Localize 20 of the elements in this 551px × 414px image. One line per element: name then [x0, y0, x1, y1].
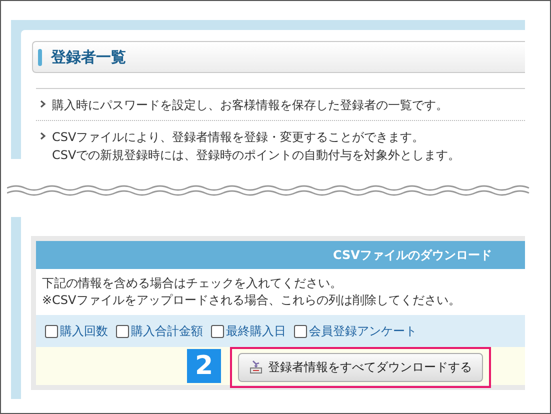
checkbox[interactable]: [116, 324, 129, 338]
chevron-icon: [40, 132, 46, 140]
section-title: 登録者一覧: [51, 48, 126, 66]
checkbox-label[interactable]: 購入合計金額: [131, 322, 203, 340]
chevron-icon: [40, 100, 46, 108]
note-text: 購入時にパスワードを設定し、お客様情報を保存した登録者の一覧です。: [52, 97, 448, 114]
instruction-text: 下記の情報を含める場合はチェックを入れてください。: [42, 275, 343, 292]
download-button[interactable]: 登録者情報をすべてダウンロードする: [238, 352, 483, 382]
checkbox-label[interactable]: 最終購入日: [226, 322, 286, 340]
checkbox-label[interactable]: 会員登録アンケート: [309, 322, 417, 340]
checkbox[interactable]: [294, 324, 307, 338]
csv-title: CSVファイルのダウンロード: [333, 246, 492, 264]
checkbox[interactable]: [45, 324, 58, 338]
checkbox[interactable]: [211, 324, 224, 338]
note-text: CSVでの新規登録時には、登録時のポイントの自動付与を対象外とします。: [52, 147, 460, 164]
download-icon: [249, 360, 263, 374]
checkbox-label[interactable]: 購入回数: [60, 322, 108, 340]
note-text: CSVファイルにより、登録者情報を登録・変更することができます。: [52, 129, 426, 146]
instruction-text: ※CSVファイルをアップロードされる場合、これらの列は削除してください。: [42, 292, 462, 309]
step-badge: 2: [187, 349, 221, 383]
